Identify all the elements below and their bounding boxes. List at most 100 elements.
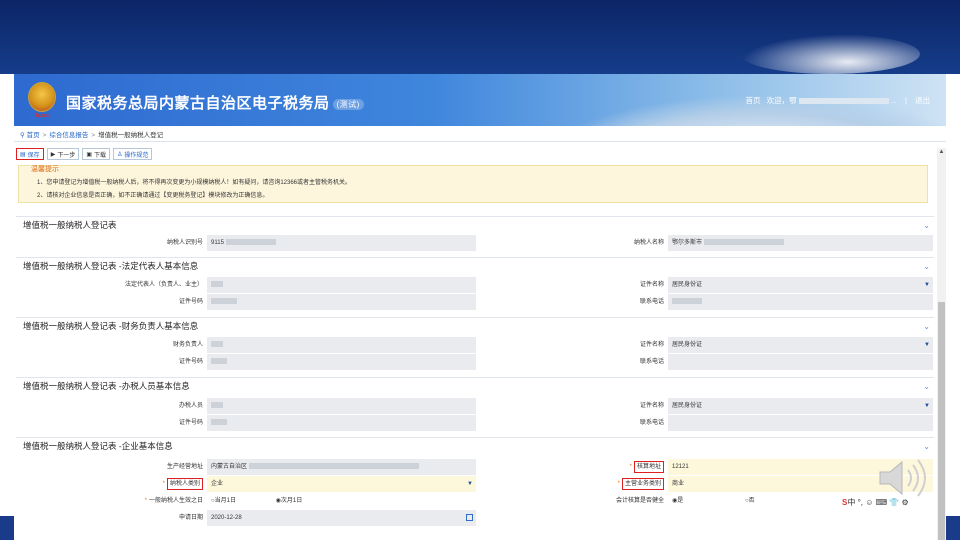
cert-name-select[interactable]: 居民身份证 ▼	[668, 337, 934, 353]
masked-value	[211, 298, 237, 305]
calc-address-label: * 核算地址	[477, 459, 668, 475]
section-enterprise[interactable]: 增值税一般纳税人登记表 -企业基本信息 ⌄	[16, 437, 934, 454]
guide-button[interactable]: ♙ 操作规范	[113, 148, 153, 160]
form-row: 证件号码 联系电话	[16, 415, 934, 431]
radio-label: 当月1日	[214, 498, 236, 504]
top-links: 首页 欢迎，鄂... | 退出	[745, 96, 930, 105]
download-label: 下载	[94, 152, 107, 159]
masked-value	[704, 239, 785, 246]
phone-field	[668, 294, 934, 310]
taxpayer-type-select[interactable]: 企业 ▼	[207, 476, 477, 492]
save-label: 保存	[27, 152, 40, 159]
masked-value	[211, 419, 227, 426]
empty-cell	[477, 510, 668, 526]
business-type-label-text: 主营业务类别	[621, 478, 664, 490]
toolbar: ▤ 保存 ▶ 下一步 ▣ 下载 ♙ 操作规范	[16, 148, 153, 162]
cert-name-select[interactable]: 居民身份证 ▼	[668, 398, 934, 414]
taxpayer-name-value: 鄂尔多斯市	[672, 240, 703, 246]
divider	[14, 141, 946, 142]
masked-username	[798, 98, 889, 105]
dropdown-arrow-icon[interactable]: ▼	[924, 277, 930, 293]
business-type-value: 商业	[672, 481, 685, 487]
apply-date-input[interactable]: 2020-12-28	[207, 510, 477, 526]
chevron-down-icon[interactable]: ⌄	[923, 438, 930, 455]
cert-no-field	[207, 415, 477, 431]
home-link[interactable]: 首页	[746, 96, 761, 105]
scroll-thumb[interactable]	[938, 302, 945, 540]
phone-label: 联系电话	[477, 415, 668, 431]
apply-date-value: 2020-12-28	[211, 515, 242, 521]
breadcrumb-separator: >	[91, 132, 96, 139]
save-button[interactable]: ▤ 保存	[16, 148, 44, 160]
site-title-suffix: (测试)	[332, 98, 364, 110]
breadcrumb-home[interactable]: 首页	[27, 132, 40, 139]
logout-link[interactable]: 退出	[915, 96, 930, 105]
separator: |	[904, 96, 907, 105]
section-register-form[interactable]: 增值税一般纳税人登记表 ⌄	[16, 216, 934, 233]
chevron-down-icon[interactable]: ⌄	[923, 217, 930, 234]
taxpayer-type-label: * 纳税人类别	[16, 476, 207, 492]
radio-label: 否	[748, 498, 755, 504]
emblem-caption: Taxes	[35, 113, 49, 119]
effective-date-radio-group: ○当月1日 ◉次月1日	[207, 493, 477, 509]
slide-top-band	[0, 0, 960, 74]
form-row: * 纳税人类别 企业 ▼ * 主营业务类别 商业	[16, 476, 934, 492]
next-step-label: 下一步	[57, 152, 76, 159]
cert-no-field	[207, 294, 477, 310]
portal-banner: Taxes 国家税务总局内蒙古自治区电子税务局 (测试) 首页 欢迎，鄂... |…	[14, 74, 946, 126]
dropdown-arrow-icon[interactable]: ▼	[924, 337, 930, 353]
effective-date-label: * 一般纳税人生效之日	[16, 493, 207, 509]
section-title: 增值税一般纳税人登记表 -企业基本信息	[23, 441, 173, 451]
section-tax-officer[interactable]: 增值税一般纳税人登记表 -办税人员基本信息 ⌄	[16, 377, 934, 394]
dropdown-arrow-icon[interactable]: ▼	[924, 398, 930, 414]
form-row: 办税人员 证件名称 居民身份证 ▼	[16, 398, 934, 414]
cert-name-value: 居民身份证	[672, 342, 703, 348]
section-legal-rep[interactable]: 增值税一般纳税人登记表 -法定代表人基本信息 ⌄	[16, 257, 934, 274]
site-title: 国家税务总局内蒙古自治区电子税务局 (测试)	[66, 92, 364, 113]
tax-officer-field	[207, 398, 477, 414]
vertical-scrollbar[interactable]: ▲	[937, 148, 946, 540]
scroll-up-arrow-icon[interactable]: ▲	[938, 149, 945, 156]
cert-no-label: 证件号码	[16, 294, 207, 310]
masked-value	[211, 281, 223, 288]
required-mark: *	[617, 481, 620, 487]
finance-head-field	[207, 337, 477, 353]
radio-no[interactable]: ○否	[745, 493, 755, 509]
address-label: 生产经营地址	[16, 459, 207, 475]
masked-value	[211, 341, 223, 348]
empty-cell	[668, 510, 934, 526]
cert-name-select[interactable]: 居民身份证 ▼	[668, 277, 934, 293]
radio-next-month[interactable]: ◉次月1日	[276, 493, 303, 509]
chevron-down-icon[interactable]: ⌄	[923, 318, 930, 335]
calendar-icon[interactable]	[466, 514, 473, 521]
dropdown-arrow-icon[interactable]: ▼	[467, 476, 473, 492]
section-title: 增值税一般纳税人登记表 -法定代表人基本信息	[23, 261, 199, 271]
taxpayer-id-label: 纳税人识别号	[16, 235, 207, 251]
address-field: 内蒙古自治区	[207, 459, 477, 475]
next-step-button[interactable]: ▶ 下一步	[46, 148, 80, 160]
address-value: 内蒙古自治区	[211, 464, 248, 470]
location-pin-icon: ⚲	[20, 132, 25, 139]
phone-label: 联系电话	[477, 354, 668, 370]
radio-yes[interactable]: ◉是	[672, 493, 683, 509]
tax-portal-window: Taxes 国家税务总局内蒙古自治区电子税务局 (测试) 首页 欢迎，鄂... |…	[14, 74, 946, 540]
national-emblem-icon	[28, 82, 56, 112]
breadcrumb-reports[interactable]: 综合信息报告	[49, 132, 88, 139]
chevron-down-icon[interactable]: ⌄	[923, 258, 930, 275]
notice-title: 温馨提示	[31, 166, 59, 173]
save-icon: ▤	[20, 151, 26, 158]
cert-no-label: 证件号码	[16, 415, 207, 431]
form-row: 法定代表人（负责人、业主） 证件名称 居民身份证 ▼	[16, 277, 934, 293]
taxpayer-type-value: 企业	[211, 481, 224, 487]
form-row: 纳税人识别号 9115 纳税人名称 鄂尔多斯市	[16, 235, 934, 251]
download-button[interactable]: ▣ 下载	[82, 148, 111, 160]
section-finance-head[interactable]: 增值税一般纳税人登记表 -财务负责人基本信息 ⌄	[16, 317, 934, 334]
breadcrumb: ⚲ 首页 > 综合信息报告 > 增值税一般纳税人登记	[20, 129, 163, 139]
radio-current-month[interactable]: ○当月1日	[211, 493, 236, 509]
radio-label: 次月1日	[280, 498, 303, 504]
cloud-decoration	[740, 34, 920, 74]
apply-date-label: 申请日期	[16, 510, 207, 526]
speaker-icon[interactable]	[872, 456, 932, 500]
chevron-down-icon[interactable]: ⌄	[923, 378, 930, 395]
masked-value	[249, 463, 420, 470]
